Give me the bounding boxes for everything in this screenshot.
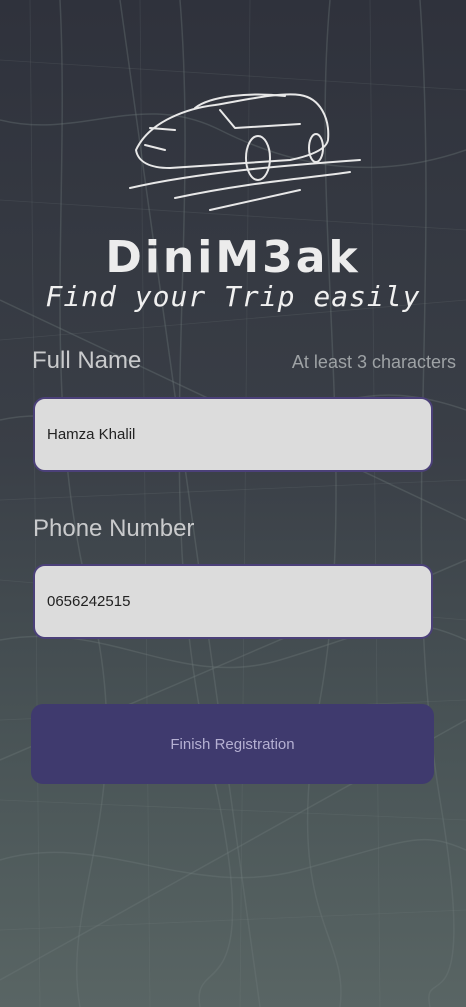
full-name-field[interactable]: [33, 397, 433, 472]
brand-title: DiniM3ak: [105, 232, 361, 283]
full-name-label: Full Name: [32, 347, 142, 374]
finish-registration-button[interactable]: Finish Registration: [31, 704, 434, 784]
full-name-hint: At least 3 characters: [291, 352, 456, 372]
phone-number-label: Phone Number: [33, 515, 195, 542]
full-name-input[interactable]: [45, 425, 421, 444]
phone-number-input[interactable]: [45, 592, 421, 611]
brand-tagline: Find your Trip easily: [45, 280, 421, 313]
phone-number-field[interactable]: [33, 564, 433, 639]
